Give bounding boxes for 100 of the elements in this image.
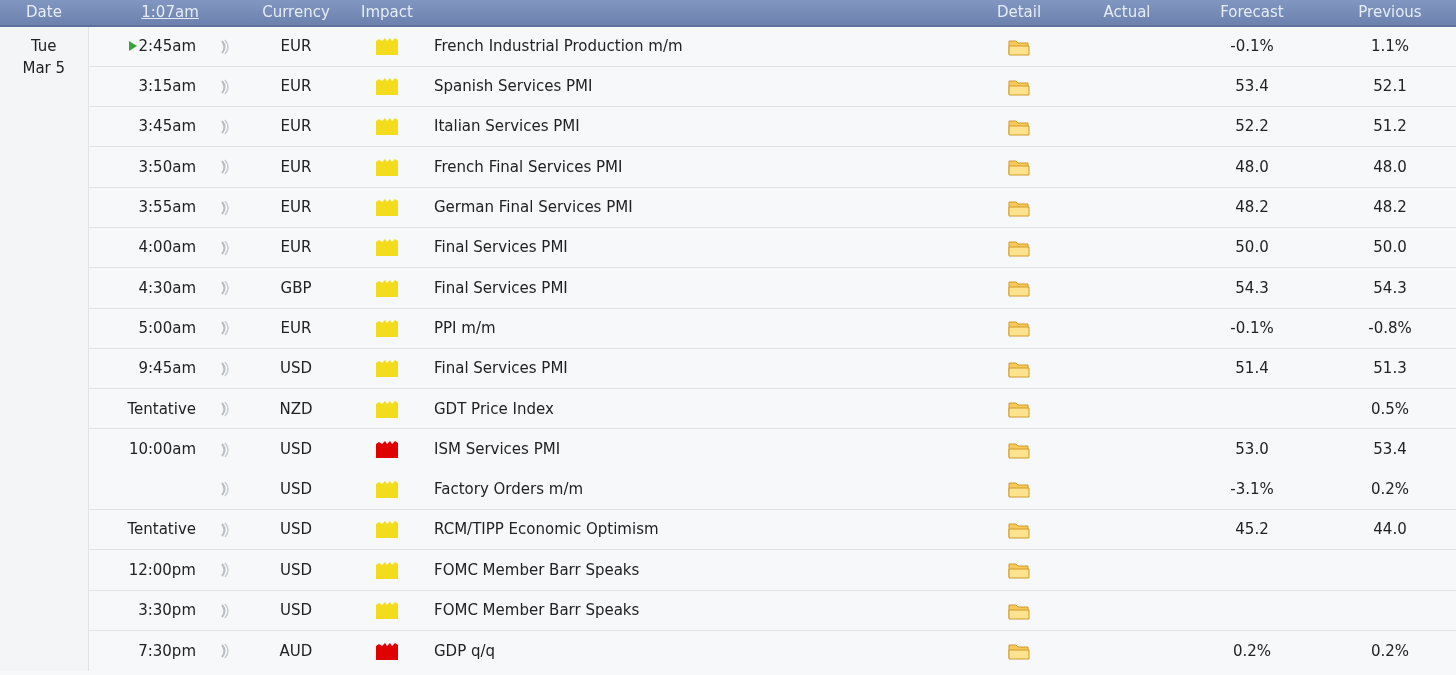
sound-alert-icon[interactable] [220, 199, 230, 216]
folder-icon[interactable] [1008, 37, 1030, 56]
sound-alert-icon[interactable] [220, 320, 230, 337]
sound-alert-icon[interactable] [220, 280, 230, 297]
previous-value: 54.3 [1373, 278, 1407, 297]
folder-icon[interactable] [1008, 77, 1030, 96]
currency-code: GBP [280, 278, 312, 297]
folder-icon[interactable] [1008, 279, 1030, 298]
forecast-value: 50.0 [1235, 238, 1269, 257]
folder-icon[interactable] [1008, 238, 1030, 257]
forecast-value: 0.2% [1232, 641, 1272, 660]
event-time: Tentative [127, 520, 196, 539]
folder-icon[interactable] [1008, 198, 1030, 217]
forecast-value: 45.2 [1235, 520, 1269, 539]
event-name: RCM/TIPP Economic Optimism [434, 520, 659, 539]
event-name: ISM Services PMI [434, 440, 561, 459]
forecast-value: 53.0 [1235, 440, 1269, 459]
event-time: 7:30pm [138, 641, 196, 660]
previous-value: 51.2 [1373, 117, 1407, 136]
forecast-value: -3.1% [1230, 479, 1274, 498]
forecast-value: 52.2 [1235, 117, 1269, 136]
sound-alert-icon[interactable] [220, 159, 230, 176]
event-name: Spanish Services PMI [434, 77, 593, 96]
event-time: 3:30pm [138, 601, 196, 620]
currency-code: USD [279, 601, 313, 620]
date-label: Mar 5 [21, 58, 67, 79]
event-name: GDP q/q [434, 641, 496, 660]
previous-value: 1.1% [1370, 37, 1410, 56]
previous-value: 53.4 [1373, 440, 1407, 459]
previous-value: 0.5% [1370, 399, 1410, 418]
event-time: 3:55am [138, 198, 196, 217]
event-time: 4:30am [138, 278, 196, 297]
sound-alert-icon[interactable] [220, 38, 230, 55]
event-time: 12:00pm [128, 560, 196, 579]
sound-alert-icon[interactable] [220, 481, 230, 498]
forecast-value: -0.1% [1230, 37, 1274, 56]
folder-icon[interactable] [1008, 520, 1030, 539]
impact-header: Impact [361, 3, 413, 22]
event-name: French Industrial Production m/m [434, 37, 683, 56]
event-name: FOMC Member Barr Speaks [434, 560, 640, 579]
currency-code: EUR [280, 238, 312, 257]
event-name: German Final Services PMI [434, 198, 633, 217]
sound-alert-icon[interactable] [220, 239, 230, 256]
currency-code: EUR [280, 198, 312, 217]
previous-value: 0.2% [1370, 641, 1410, 660]
forecast-value: 54.3 [1235, 278, 1269, 297]
date-header: Date [26, 3, 62, 22]
currency-code: USD [279, 560, 313, 579]
sound-alert-icon[interactable] [220, 602, 230, 619]
currency-header: Currency [262, 3, 330, 22]
forecast-value: 53.4 [1235, 77, 1269, 96]
folder-icon[interactable] [1008, 601, 1030, 620]
sound-alert-icon[interactable] [220, 119, 230, 135]
folder-icon[interactable] [1008, 480, 1030, 499]
sound-alert-icon[interactable] [220, 360, 230, 377]
forecast-value: 48.2 [1235, 198, 1269, 217]
sound-alert-icon[interactable] [220, 521, 230, 538]
previous-value: -0.8% [1368, 318, 1412, 337]
previous-header: Previous [1358, 3, 1422, 22]
currency-code: USD [279, 520, 313, 539]
previous-value: 52.1 [1373, 77, 1407, 96]
sound-alert-icon[interactable] [220, 562, 230, 579]
detail-header: Detail [996, 3, 1042, 22]
forecast-value: 48.0 [1235, 157, 1269, 176]
event-name: Italian Services PMI [434, 117, 580, 136]
event-name: Final Services PMI [434, 278, 568, 297]
event-time: 3:15am [138, 77, 196, 96]
sound-alert-icon[interactable] [220, 401, 230, 418]
folder-icon[interactable] [1008, 319, 1030, 338]
folder-icon[interactable] [1008, 400, 1030, 419]
previous-value: 44.0 [1373, 520, 1407, 539]
previous-value: 0.2% [1370, 479, 1410, 498]
event-name: FOMC Member Barr Speaks [434, 601, 640, 620]
event-name: French Final Services PMI [434, 157, 623, 176]
event-time: 4:00am [138, 238, 196, 257]
currency-code: AUD [279, 641, 313, 660]
folder-icon[interactable] [1008, 642, 1030, 661]
previous-value: 48.2 [1373, 198, 1407, 217]
folder-icon[interactable] [1008, 158, 1030, 177]
folder-icon[interactable] [1008, 118, 1030, 136]
event-name: PPI m/m [434, 318, 496, 337]
currency-code: EUR [280, 117, 312, 136]
forecast-header: Forecast [1220, 3, 1284, 22]
event-time: Tentative [127, 399, 196, 418]
currency-code: EUR [280, 157, 312, 176]
event-time: 2:45am [138, 37, 196, 56]
sound-alert-icon[interactable] [220, 78, 230, 95]
event-time: 5:00am [138, 318, 196, 337]
sound-alert-icon[interactable] [220, 441, 230, 458]
previous-value: 51.3 [1373, 359, 1407, 378]
day-label: Tue [29, 36, 58, 57]
sound-alert-icon[interactable] [220, 643, 230, 660]
folder-icon[interactable] [1008, 440, 1030, 459]
event-time: 3:45am [138, 117, 196, 136]
event-time: 3:50am [138, 157, 196, 176]
currency-code: EUR [280, 318, 312, 337]
folder-icon[interactable] [1008, 561, 1030, 580]
event-name: Factory Orders m/m [434, 479, 584, 498]
folder-icon[interactable] [1008, 359, 1030, 378]
forecast-value: 51.4 [1235, 359, 1269, 378]
